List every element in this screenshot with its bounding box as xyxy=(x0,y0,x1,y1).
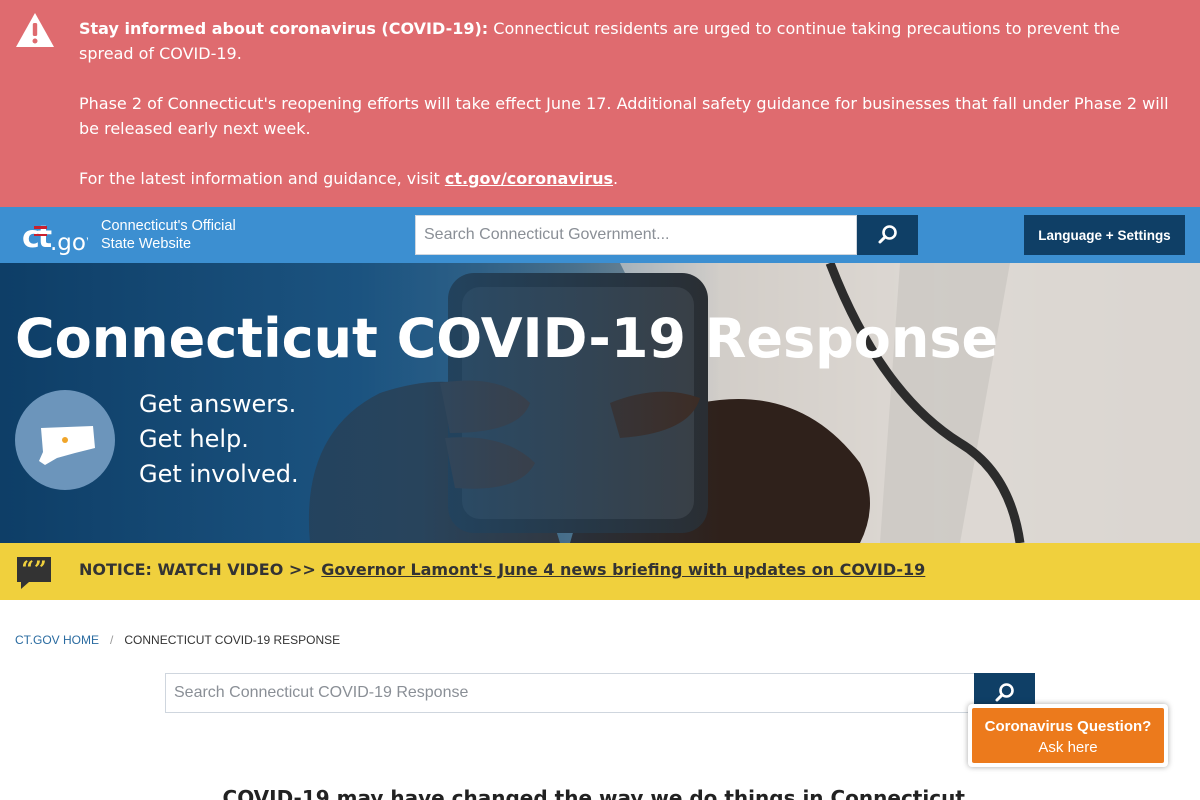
connecticut-map-icon xyxy=(39,426,95,465)
hero-title: Connecticut COVID-19 Response xyxy=(15,307,999,370)
warning-icon xyxy=(16,13,54,47)
breadcrumb-current: CONNECTICUT COVID-19 RESPONSE xyxy=(124,633,341,647)
alert-paragraph-3: For the latest information and guidance,… xyxy=(79,166,1174,191)
intro-heading: COVID-19 may have changed the way we do … xyxy=(222,786,973,800)
alert-line-3-prefix: For the latest information and guidance,… xyxy=(79,169,440,188)
language-settings-button[interactable]: Language + Settings xyxy=(1024,215,1185,255)
official-line-2: State Website xyxy=(101,236,192,252)
notice-message: NOTICE: WATCH VIDEO >> Governor Lamont's… xyxy=(79,560,925,579)
alert-line-3-suffix: . xyxy=(613,169,619,188)
hero-taglines: Get answers. Get help. Get involved. xyxy=(139,387,299,492)
quote-icon: “” xyxy=(17,557,51,589)
breadcrumb-home-link[interactable]: CT.GOV HOME xyxy=(15,633,99,647)
search-icon xyxy=(995,682,1014,701)
ct-gov-logo[interactable]: ct .gov xyxy=(22,217,88,257)
alert-paragraph-1: Stay informed about coronavirus (COVID-1… xyxy=(79,16,1174,66)
coronavirus-question-widget[interactable]: Coronavirus Question? Ask here xyxy=(968,704,1168,767)
hero-banner: Connecticut COVID-19 Response Get answer… xyxy=(0,263,1200,543)
alert-paragraph-2: Phase 2 of Connecticut's reopening effor… xyxy=(79,94,1169,138)
notice-bar: “” NOTICE: WATCH VIDEO >> Governor Lamon… xyxy=(0,543,1200,600)
hero-line-involved: Get involved. xyxy=(139,460,299,488)
official-site-label: Connecticut's Official State Website xyxy=(101,217,301,253)
global-search-input[interactable] xyxy=(415,215,857,255)
svg-text:“”: “” xyxy=(21,557,46,583)
search-icon xyxy=(878,224,897,243)
coronavirus-link[interactable]: ct.gov/coronavirus xyxy=(445,169,613,188)
alert-heading: Stay informed about coronavirus (COVID-1… xyxy=(79,19,489,38)
svg-text:.gov: .gov xyxy=(50,230,88,256)
hero-icon-circle xyxy=(15,390,115,490)
hero-line-help: Get help. xyxy=(139,425,249,453)
chat-button[interactable]: Coronavirus Question? Ask here xyxy=(972,708,1164,763)
site-header: ct .gov Connecticut's Official State Web… xyxy=(0,207,1200,263)
hero-line-answers: Get answers. xyxy=(139,390,297,418)
covid-alert-banner: Stay informed about coronavirus (COVID-1… xyxy=(0,0,1200,207)
alert-message: Stay informed about coronavirus (COVID-1… xyxy=(79,16,1174,216)
covid-search-input[interactable] xyxy=(165,673,975,713)
global-search-button[interactable] xyxy=(857,215,918,255)
svg-text:ct: ct xyxy=(22,220,52,255)
breadcrumb: CT.GOV HOME / CONNECTICUT COVID-19 RESPONS… xyxy=(15,633,340,647)
news-briefing-link[interactable]: Governor Lamont's June 4 news briefing w… xyxy=(321,560,925,579)
breadcrumb-separator: / xyxy=(110,633,114,647)
chat-subtitle: Ask here xyxy=(1038,739,1098,756)
notice-prefix: NOTICE: WATCH VIDEO >> xyxy=(79,560,316,579)
chat-title: Coronavirus Question? xyxy=(984,718,1152,735)
official-line-1: Connecticut's Official xyxy=(101,218,236,234)
